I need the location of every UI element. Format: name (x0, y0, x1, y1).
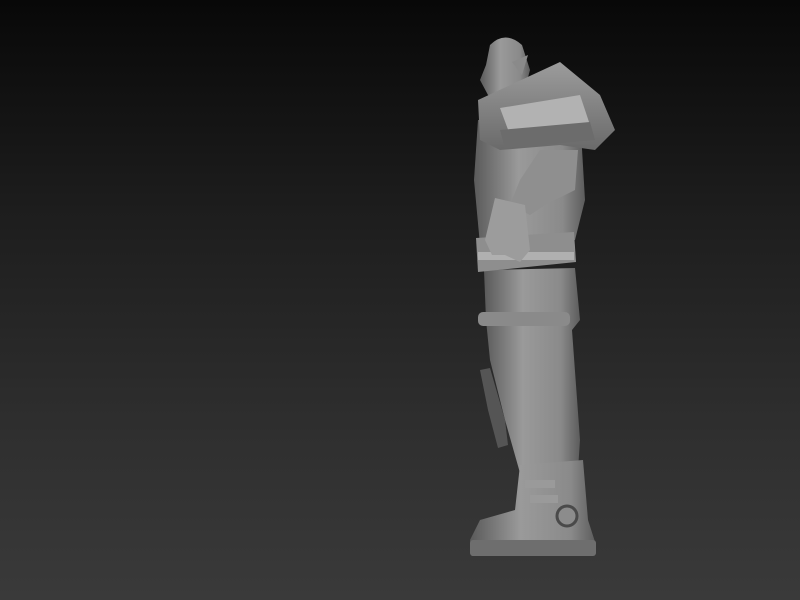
knee-strap (478, 312, 570, 326)
boot-buckle (555, 504, 579, 528)
3d-viewport[interactable] (0, 0, 800, 600)
boot-sole (470, 540, 596, 556)
character-model[interactable] (0, 0, 800, 600)
leg (484, 268, 580, 480)
